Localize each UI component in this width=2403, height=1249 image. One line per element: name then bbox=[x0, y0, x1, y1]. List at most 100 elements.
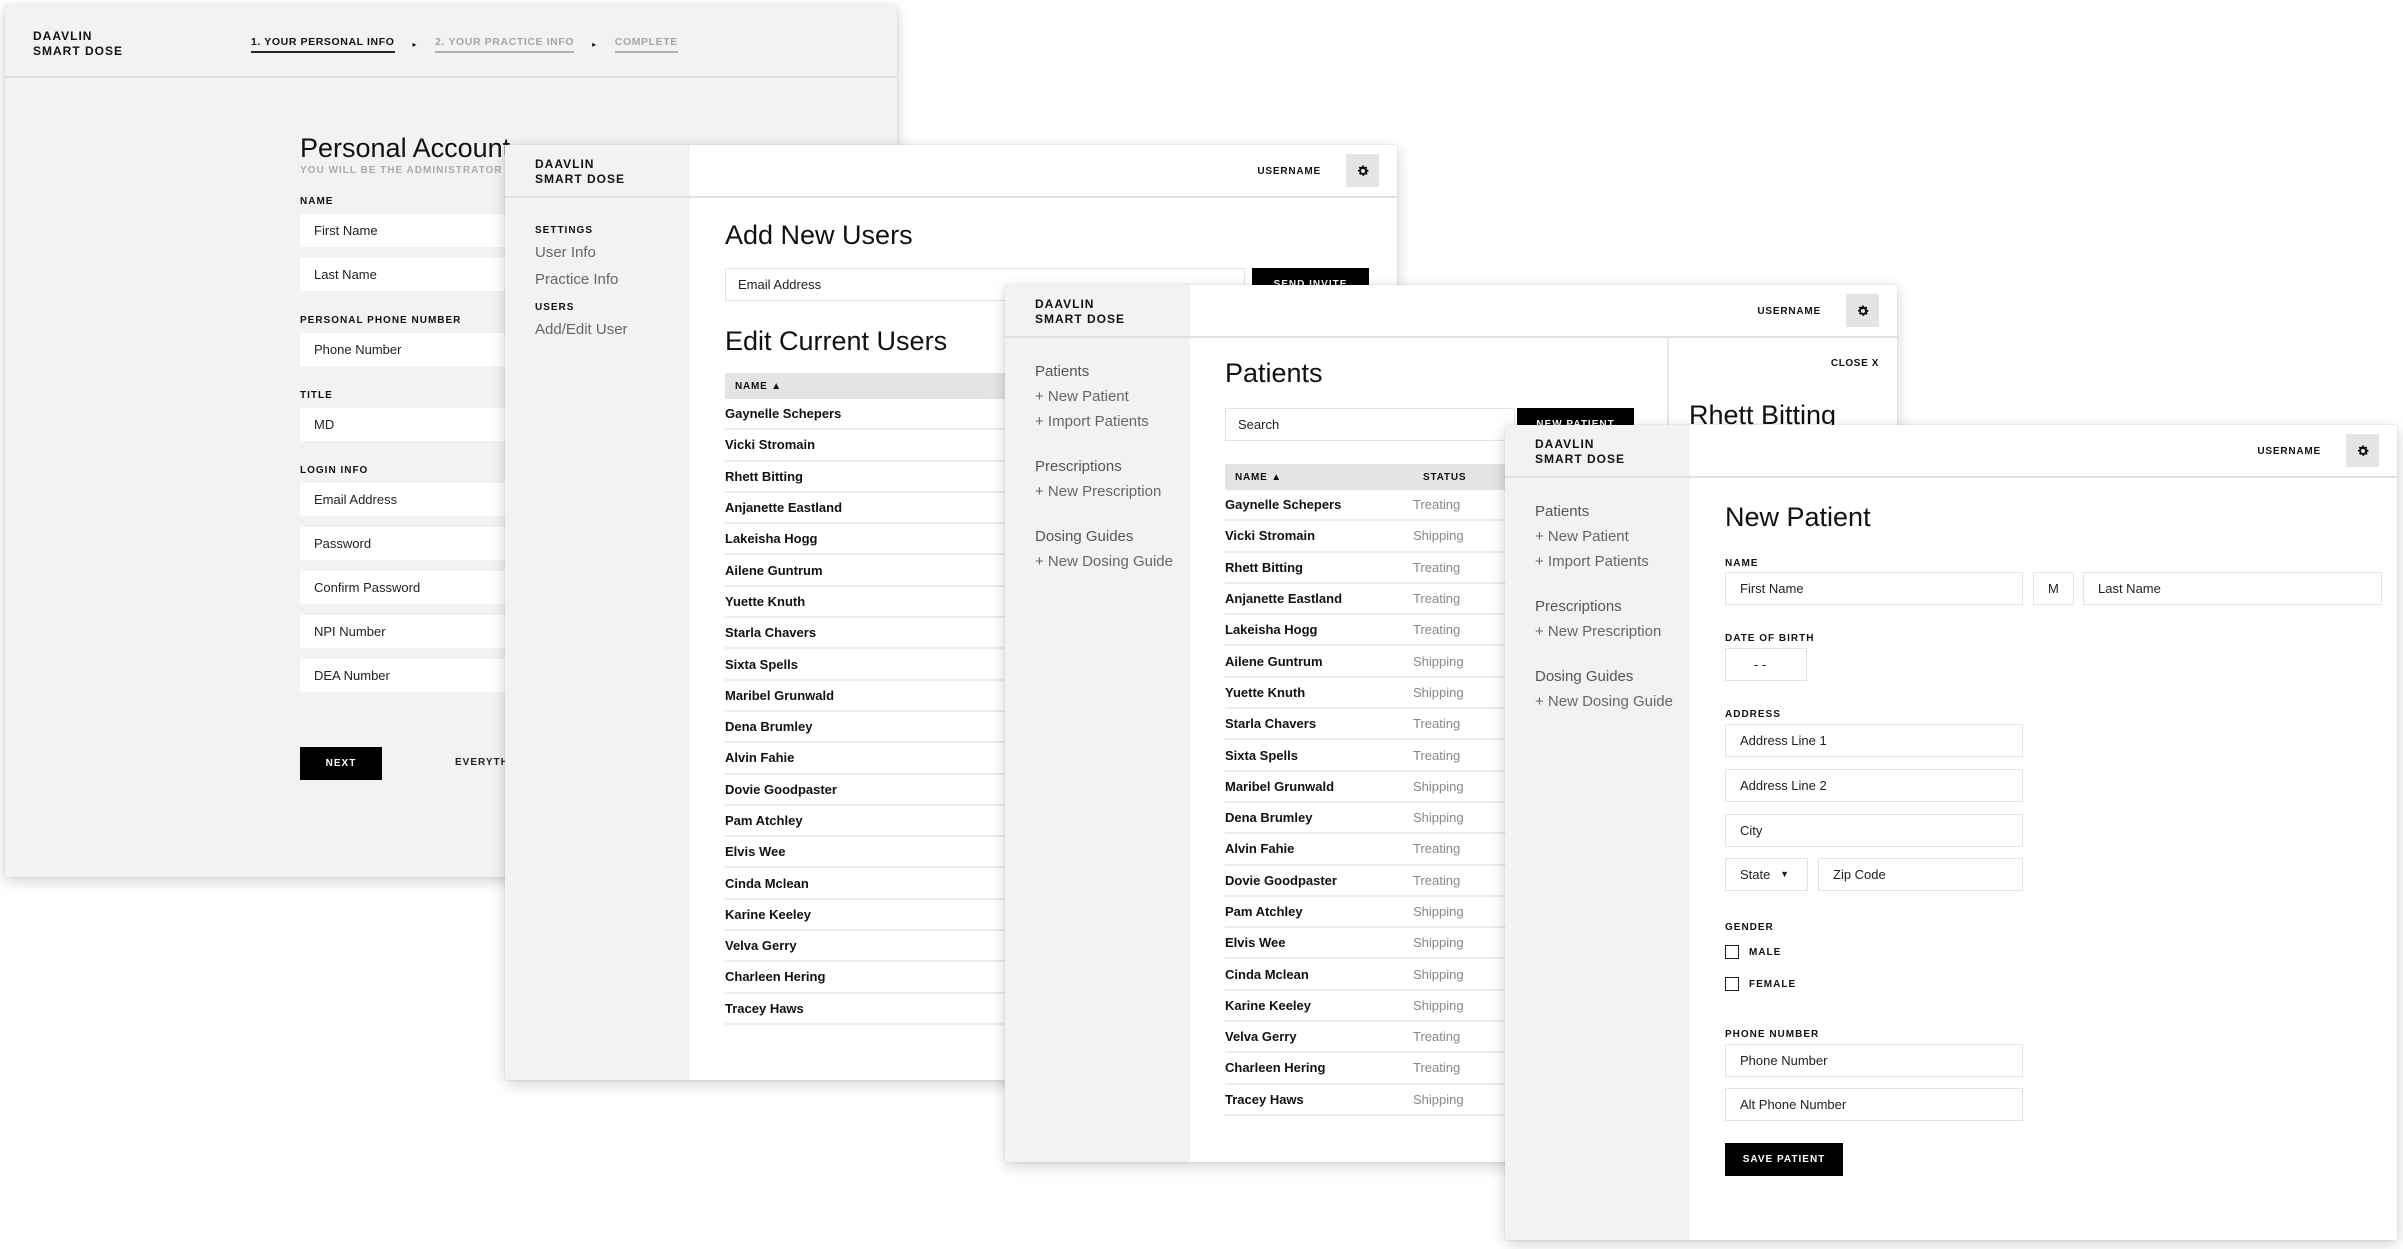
patient-name: Yuette Knuth bbox=[1225, 684, 1306, 700]
app-header: DAAVLIN SMART DOSE USERNAME bbox=[1005, 285, 1897, 338]
patient-status: Treating bbox=[1413, 716, 1461, 732]
patient-status: Treating bbox=[1413, 747, 1461, 763]
settings-button[interactable] bbox=[2346, 434, 2379, 467]
nav-import-patients[interactable]: + Import Patients bbox=[1035, 413, 1173, 430]
patient-status: Shipping bbox=[1413, 904, 1464, 919]
nav-prescriptions[interactable]: Prescriptions bbox=[1035, 458, 1173, 475]
middle-initial-input[interactable]: M bbox=[2033, 572, 2074, 605]
settings-nav: SETTINGS User Info Practice Info USERS A… bbox=[535, 225, 628, 352]
patient-status: Shipping bbox=[1413, 684, 1464, 700]
add-users-title: Add New Users bbox=[725, 220, 913, 250]
close-button[interactable]: CLOSE X bbox=[1831, 358, 1879, 369]
new-patient-form: New Patient NAME First Name M Last Name … bbox=[1725, 478, 2397, 1240]
app-header: DAAVLIN SMART DOSE USERNAME bbox=[505, 145, 1397, 198]
patients-title: Patients bbox=[1225, 358, 1323, 388]
gear-icon bbox=[2357, 445, 2368, 456]
alt-phone-input[interactable]: Alt Phone Number bbox=[1725, 1088, 2023, 1121]
step-complete[interactable]: COMPLETE bbox=[614, 36, 678, 53]
nav-new-dosing-guide[interactable]: + New Dosing Guide bbox=[1535, 693, 1673, 710]
settings-button[interactable] bbox=[1846, 294, 1879, 327]
nav-new-patient[interactable]: + New Patient bbox=[1535, 528, 1673, 545]
nav-dosing-guides[interactable]: Dosing Guides bbox=[1535, 668, 1673, 685]
nav-new-patient[interactable]: + New Patient bbox=[1035, 388, 1173, 405]
search-input[interactable]: Search bbox=[1225, 408, 1515, 441]
status-column-header[interactable]: STATUS bbox=[1413, 472, 1466, 483]
user-name: Yuette Knuth bbox=[725, 593, 806, 609]
zip-code-input[interactable]: Zip Code bbox=[1818, 858, 2023, 891]
brand-logo: DAAVLIN SMART DOSE bbox=[535, 157, 626, 186]
patient-name: Maribel Grunwald bbox=[1225, 778, 1335, 794]
patient-status: Treating bbox=[1413, 1029, 1461, 1045]
patient-status: Shipping bbox=[1413, 528, 1464, 544]
patient-name: Vicki Stromain bbox=[1225, 528, 1316, 544]
patient-status: Treating bbox=[1413, 1060, 1461, 1076]
step-practice-info[interactable]: 2. YOUR PRACTICE INFO bbox=[435, 36, 575, 53]
address-line1-input[interactable]: Address Line 1 bbox=[1725, 724, 2023, 757]
user-name: Lakeisha Hogg bbox=[725, 531, 818, 547]
username-label[interactable]: USERNAME bbox=[1257, 166, 1321, 177]
nav-prescriptions[interactable]: Prescriptions bbox=[1535, 598, 1673, 615]
dob-input[interactable]: - - bbox=[1725, 648, 1807, 681]
phone-input[interactable]: Phone Number bbox=[1725, 1044, 2023, 1077]
name-column-header[interactable]: NAME ▲ bbox=[1225, 472, 1413, 483]
nav-new-prescription[interactable]: + New Prescription bbox=[1035, 483, 1173, 500]
nav-dosing-guides[interactable]: Dosing Guides bbox=[1035, 528, 1173, 545]
brand-logo: DAAVLIN SMART DOSE bbox=[33, 29, 124, 58]
patient-name: Alvin Fahie bbox=[1225, 841, 1295, 857]
patient-name: Elvis Wee bbox=[1225, 935, 1286, 951]
city-input[interactable]: City bbox=[1725, 814, 2023, 847]
gender-female-option[interactable]: FEMALE bbox=[1725, 977, 1796, 991]
user-name: Dena Brumley bbox=[725, 719, 813, 735]
username-label[interactable]: USERNAME bbox=[2257, 446, 2321, 457]
patient-name: Lakeisha Hogg bbox=[1225, 622, 1318, 638]
last-name-input[interactable]: Last Name bbox=[2083, 572, 2382, 605]
patient-status: Shipping bbox=[1413, 778, 1464, 794]
patient-status: Shipping bbox=[1413, 810, 1464, 826]
patient-status: Shipping bbox=[1413, 997, 1464, 1013]
user-name: Karine Keeley bbox=[725, 906, 811, 922]
nav-new-dosing-guide[interactable]: + New Dosing Guide bbox=[1035, 553, 1173, 570]
settings-button[interactable] bbox=[1346, 154, 1379, 187]
male-checkbox[interactable] bbox=[1725, 945, 1739, 959]
name-label: NAME bbox=[1725, 558, 1759, 569]
patient-name: Sixta Spells bbox=[1225, 747, 1298, 763]
address-line2-input[interactable]: Address Line 2 bbox=[1725, 769, 2023, 802]
step-personal-info[interactable]: 1. YOUR PERSONAL INFO bbox=[251, 36, 395, 53]
next-button[interactable]: NEXT bbox=[300, 747, 382, 780]
patient-name: Starla Chavers bbox=[1225, 716, 1317, 732]
nav-item-user-info[interactable]: User Info bbox=[535, 244, 628, 261]
patient-status: Treating bbox=[1413, 841, 1461, 857]
gear-icon bbox=[1357, 165, 1368, 176]
nav-patients[interactable]: Patients bbox=[1535, 503, 1673, 520]
phone-label: PHONE NUMBER bbox=[1725, 1029, 1820, 1040]
name-column-header[interactable]: NAME ▲ bbox=[725, 381, 782, 392]
nav-new-prescription[interactable]: + New Prescription bbox=[1535, 623, 1673, 640]
patient-name: Dovie Goodpaster bbox=[1225, 872, 1337, 888]
patient-name: Ailene Guntrum bbox=[1225, 653, 1323, 669]
nav-patients[interactable]: Patients bbox=[1035, 363, 1173, 380]
nav-import-patients[interactable]: + Import Patients bbox=[1535, 553, 1673, 570]
app-header: DAAVLIN SMART DOSE USERNAME bbox=[1505, 425, 2397, 478]
user-name: Starla Chavers bbox=[725, 625, 817, 641]
patient-status: Treating bbox=[1413, 497, 1461, 513]
address-label: ADDRESS bbox=[1725, 709, 1781, 720]
nav-item-add-edit-user[interactable]: Add/Edit User bbox=[535, 321, 628, 338]
username-label[interactable]: USERNAME bbox=[1757, 306, 1821, 317]
edit-users-title: Edit Current Users bbox=[725, 326, 948, 356]
patient-status: Shipping bbox=[1413, 653, 1464, 669]
everything-link[interactable]: EVERYTHI bbox=[455, 757, 513, 768]
app-nav: Patients + New Patient + Import Patients… bbox=[1535, 503, 1673, 738]
user-name: Ailene Guntrum bbox=[725, 562, 823, 578]
state-select[interactable]: State ▼ bbox=[1725, 858, 1808, 891]
first-name-input[interactable]: First Name bbox=[1725, 572, 2023, 605]
patient-name: Dena Brumley bbox=[1225, 810, 1313, 826]
save-patient-button[interactable]: SAVE PATIENT bbox=[1725, 1143, 1843, 1176]
user-name: Rhett Bitting bbox=[725, 468, 803, 484]
gender-male-option[interactable]: MALE bbox=[1725, 945, 1781, 959]
patient-name: Anjanette Eastland bbox=[1225, 591, 1343, 607]
new-patient-title: New Patient bbox=[1725, 502, 1871, 532]
nav-item-practice-info[interactable]: Practice Info bbox=[535, 271, 628, 288]
brand-logo: DAAVLIN SMART DOSE bbox=[1035, 297, 1126, 326]
female-checkbox[interactable] bbox=[1725, 977, 1739, 991]
app-nav: Patients + New Patient + Import Patients… bbox=[1035, 363, 1173, 598]
